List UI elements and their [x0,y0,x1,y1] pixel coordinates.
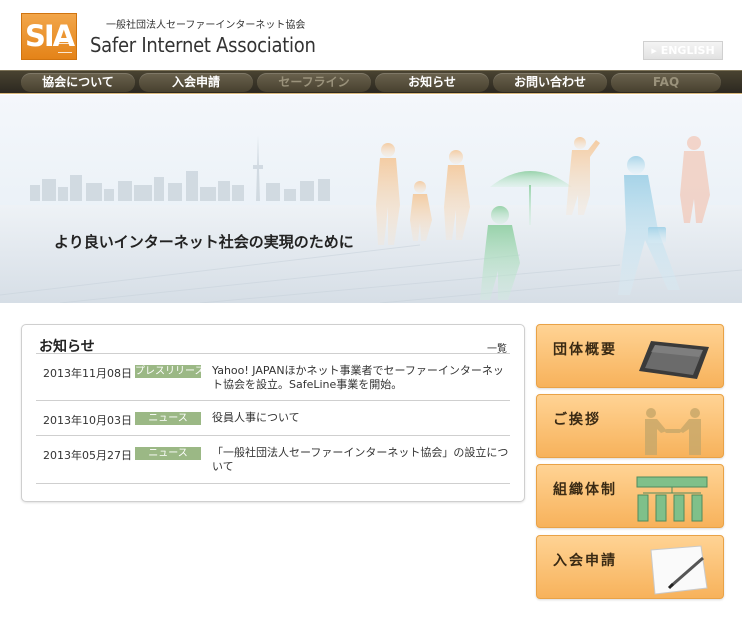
nav-item-membership[interactable]: 入会申請 [139,73,253,92]
side-button-label: 入会申請 [553,553,617,569]
org-name-en: Safer Internet Association [90,33,316,57]
tablet-icon [639,341,709,379]
news-date: 2013年05月27日 [43,449,132,462]
nav-label: お問い合わせ [513,75,586,89]
news-link[interactable]: Yahoo! JAPANほかネット事業者でセーファーインターネット協会を設立。S… [212,364,512,392]
news-category-badge: プレスリリース [135,365,205,378]
news-category-badge: ニュース [135,447,201,460]
news-date: 2013年10月03日 [43,414,132,427]
nav-label: FAQ [652,75,680,89]
side-button-greeting[interactable]: ご挨拶 [536,394,724,458]
english-button-label: ENGLISH [660,44,715,57]
handshake-icon [645,408,701,455]
english-button[interactable]: ▶ ENGLISH [643,41,723,60]
news-link[interactable]: 役員人事について [212,411,512,425]
logo-globe-icon [58,43,72,53]
nav-label: セーフライン [278,75,350,89]
play-arrow-icon: ▶ [651,47,657,55]
nav-label: お知らせ [408,75,456,89]
news-divider [36,435,510,436]
news-date: 2013年11月08日 [43,367,132,380]
hero-tagline: より良いインターネット社会の実現のために [54,233,354,251]
sia-logo[interactable]: SIA [21,13,77,60]
news-divider [36,483,510,484]
nav-item-safeline[interactable]: セーフライン [257,73,371,92]
nav-item-about[interactable]: 協会について [21,73,135,92]
nav-item-contact[interactable]: お問い合わせ [493,73,607,92]
site-header: SIA 一般社団法人セーファーインターネット協会 Safer Internet … [0,0,742,70]
global-nav: 協会について 入会申請 セーフライン お知らせ お問い合わせ FAQ [0,70,742,94]
news-link[interactable]: 「一般社団法人セーファーインターネット協会」の設立について [212,446,512,474]
nav-label: 協会について [42,75,114,89]
hero-illustration [0,135,742,303]
hero-banner: より良いインターネット社会の実現のために [0,95,742,303]
side-button-label: 組織体制 [553,482,617,498]
side-button-organization[interactable]: 組織体制 [536,464,724,528]
side-button-membership[interactable]: 入会申請 [536,535,724,599]
org-chart-icon [636,476,708,522]
document-pen-icon [650,545,708,595]
org-name-jp: 一般社団法人セーファーインターネット協会 [106,20,306,31]
nav-label: 入会申請 [171,75,220,89]
news-divider [36,353,510,354]
nav-item-news[interactable]: お知らせ [375,73,489,92]
news-panel: お知らせ 一覧 2013年11月08日 プレスリリース Yahoo! JAPAN… [21,324,525,502]
nav-item-faq[interactable]: FAQ [611,73,721,92]
news-divider [36,400,510,401]
side-button-overview[interactable]: 団体概要 [536,324,724,388]
side-button-label: 団体概要 [553,342,617,358]
news-category-badge: ニュース [135,412,201,425]
side-button-label: ご挨拶 [553,412,601,428]
